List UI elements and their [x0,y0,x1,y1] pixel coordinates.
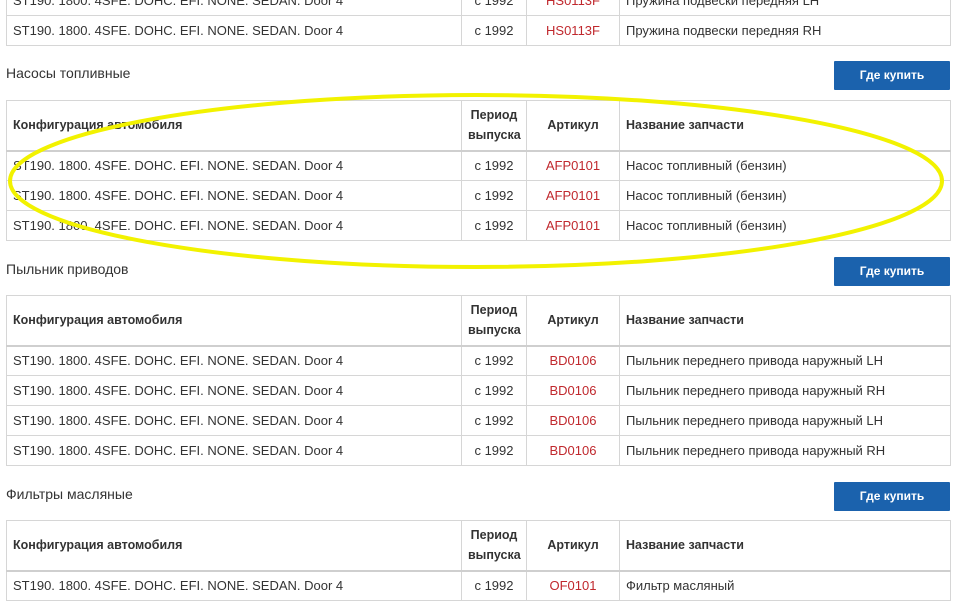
period-cell: с 1992 [461,405,527,436]
article-link[interactable]: AFP0101 [526,150,620,181]
section-title-oil-filters: Фильтры масляные [6,486,133,502]
column-header-period-label: Период выпуска [468,528,521,563]
column-header-period-label: Период выпуска [468,108,521,143]
part-name-cell: Насос топливный (бензин) [619,150,951,181]
period-cell: с 1992 [461,0,527,16]
column-header-period: Период выпуска [461,520,527,572]
table-row: ST190. 1800. 4SFE. DOHC. EFI. NONE. SEDA… [6,15,951,46]
table-row: ST190. 1800. 4SFE. DOHC. EFI. NONE. SEDA… [6,345,951,376]
article-link[interactable]: BD0106 [526,345,620,376]
fuel-pumps-table: Конфигурация автомобиля Период выпуска А… [6,100,951,241]
config-cell: ST190. 1800. 4SFE. DOHC. EFI. NONE. SEDA… [6,0,462,16]
column-header-name: Название запчасти [619,520,951,572]
table-row: ST190. 1800. 4SFE. DOHC. EFI. NONE. SEDA… [6,375,951,406]
period-cell: с 1992 [461,570,527,601]
part-name-cell: Пыльник переднего привода наружный LH [619,405,951,436]
part-name-cell: Насос топливный (бензин) [619,180,951,211]
column-header-article: Артикул [526,100,620,152]
config-cell: ST190. 1800. 4SFE. DOHC. EFI. NONE. SEDA… [6,345,462,376]
config-cell: ST190. 1800. 4SFE. DOHC. EFI. NONE. SEDA… [6,405,462,436]
springs-table: ST190. 1800. 4SFE. DOHC. EFI. NONE. SEDA… [6,0,951,46]
config-cell: ST190. 1800. 4SFE. DOHC. EFI. NONE. SEDA… [6,180,462,211]
oil-filters-table: Конфигурация автомобиля Период выпуска А… [6,520,951,601]
column-header-period-label: Период выпуска [468,303,521,338]
config-cell: ST190. 1800. 4SFE. DOHC. EFI. NONE. SEDA… [6,375,462,406]
period-cell: с 1992 [461,375,527,406]
where-to-buy-button[interactable]: Где купить [834,482,950,511]
part-name-cell: Пыльник переднего привода наружный RH [619,375,951,406]
part-name-cell: Насос топливный (бензин) [619,210,951,241]
table-header-row: Конфигурация автомобиля Период выпуска А… [6,100,951,152]
column-header-config: Конфигурация автомобиля [6,520,462,572]
table-row: ST190. 1800. 4SFE. DOHC. EFI. NONE. SEDA… [6,150,951,181]
period-cell: с 1992 [461,150,527,181]
table-row: ST190. 1800. 4SFE. DOHC. EFI. NONE. SEDA… [6,0,951,16]
config-cell: ST190. 1800. 4SFE. DOHC. EFI. NONE. SEDA… [6,15,462,46]
column-header-name: Название запчасти [619,295,951,347]
part-name-cell: Пыльник переднего привода наружный LH [619,345,951,376]
column-header-article: Артикул [526,295,620,347]
drive-boots-table: Конфигурация автомобиля Период выпуска А… [6,295,951,466]
table-row: ST190. 1800. 4SFE. DOHC. EFI. NONE. SEDA… [6,210,951,241]
period-cell: с 1992 [461,435,527,466]
article-link[interactable]: HS0113F [526,15,620,46]
table-row: ST190. 1800. 4SFE. DOHC. EFI. NONE. SEDA… [6,405,951,436]
article-link[interactable]: AFP0101 [526,210,620,241]
period-cell: с 1992 [461,15,527,46]
config-cell: ST190. 1800. 4SFE. DOHC. EFI. NONE. SEDA… [6,570,462,601]
period-cell: с 1992 [461,345,527,376]
section-title-fuel-pumps: Насосы топливные [6,65,131,81]
article-link[interactable]: BD0106 [526,435,620,466]
article-link[interactable]: OF0101 [526,570,620,601]
column-header-period: Период выпуска [461,295,527,347]
table-header-row: Конфигурация автомобиля Период выпуска А… [6,520,951,572]
where-to-buy-button[interactable]: Где купить [834,61,950,90]
table-row: ST190. 1800. 4SFE. DOHC. EFI. NONE. SEDA… [6,435,951,466]
config-cell: ST190. 1800. 4SFE. DOHC. EFI. NONE. SEDA… [6,210,462,241]
part-name-cell: Фильтр масляный [619,570,951,601]
article-link[interactable]: BD0106 [526,375,620,406]
part-name-cell: Пружина подвески передняя RH [619,15,951,46]
period-cell: с 1992 [461,210,527,241]
column-header-period: Период выпуска [461,100,527,152]
config-cell: ST190. 1800. 4SFE. DOHC. EFI. NONE. SEDA… [6,435,462,466]
where-to-buy-button[interactable]: Где купить [834,257,950,286]
part-name-cell: Пыльник переднего привода наружный RH [619,435,951,466]
section-title-drive-boots: Пыльник приводов [6,261,129,277]
column-header-config: Конфигурация автомобиля [6,295,462,347]
column-header-name: Название запчасти [619,100,951,152]
article-link[interactable]: BD0106 [526,405,620,436]
config-cell: ST190. 1800. 4SFE. DOHC. EFI. NONE. SEDA… [6,150,462,181]
column-header-article: Артикул [526,520,620,572]
table-header-row: Конфигурация автомобиля Период выпуска А… [6,295,951,347]
period-cell: с 1992 [461,180,527,211]
table-row: ST190. 1800. 4SFE. DOHC. EFI. NONE. SEDA… [6,180,951,211]
article-link[interactable]: AFP0101 [526,180,620,211]
article-link[interactable]: HS0113F [526,0,620,16]
part-name-cell: Пружина подвески передняя LH [619,0,951,16]
table-row: ST190. 1800. 4SFE. DOHC. EFI. NONE. SEDA… [6,570,951,601]
column-header-config: Конфигурация автомобиля [6,100,462,152]
